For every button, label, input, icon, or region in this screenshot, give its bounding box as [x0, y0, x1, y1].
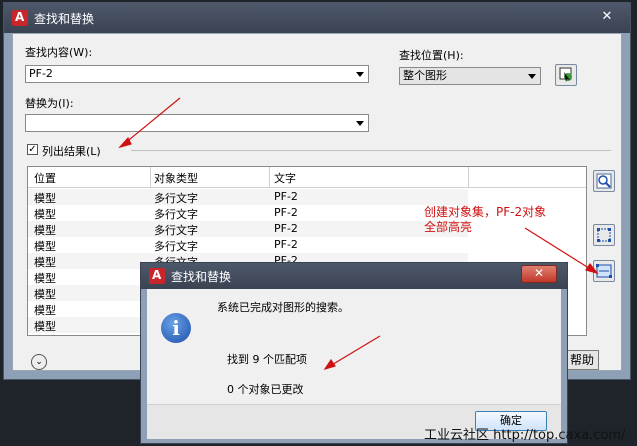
message-box-client: i 系统已完成对图形的搜索。 找到 9 个匹配项 0 个对象已更改 确定 [147, 289, 561, 439]
select-objects-button[interactable] [555, 64, 577, 86]
changed-count-text: 0 个对象已更改 [227, 383, 304, 396]
separator [131, 150, 611, 151]
cell-location: 模型 [34, 304, 56, 317]
find-value: PF-2 [29, 67, 53, 80]
zoom-to-highlighted-button[interactable] [593, 170, 615, 192]
autocad-logo-icon [149, 268, 165, 284]
selection-set-highlighted-icon [596, 264, 612, 278]
cell-location: 模型 [34, 192, 56, 205]
cell-text: PF-2 [274, 222, 298, 235]
cell-location: 模型 [34, 224, 56, 237]
table-row[interactable]: 模型 多行文字 PF-2 [28, 237, 468, 253]
cell-location: 模型 [34, 208, 56, 221]
message-box: 查找和替换 ✕ i 系统已完成对图形的搜索。 找到 9 个匹配项 0 个对象已更… [140, 262, 568, 444]
annotation-line-1: 创建对象集，PF-2对象 [424, 205, 547, 219]
table-row[interactable]: 模型 多行文字 PF-2 [28, 221, 468, 237]
cell-type: 多行文字 [154, 208, 198, 221]
location-select[interactable]: 整个图形 [399, 67, 541, 85]
dialog-title: 查找和替换 [34, 12, 95, 26]
replace-input[interactable] [25, 114, 369, 132]
found-count-text: 找到 9 个匹配项 [227, 353, 307, 366]
cell-location: 模型 [34, 272, 56, 285]
cell-type: 多行文字 [154, 192, 198, 205]
cell-location: 模型 [34, 256, 56, 269]
message-box-title: 查找和替换 [171, 270, 232, 284]
table-row[interactable]: 模型 多行文字 PF-2 [28, 189, 468, 205]
create-selection-set-highlighted-button[interactable] [593, 260, 615, 282]
cell-type: 多行文字 [154, 240, 198, 253]
watermark-text: 工业云社区 http://top.caxa.com/ [424, 428, 626, 443]
column-header-location[interactable]: 位置 [34, 170, 56, 186]
cell-location: 模型 [34, 240, 56, 253]
column-header-text[interactable]: 文字 [274, 170, 296, 186]
find-label: 查找内容(W): [25, 46, 93, 59]
expand-options-button[interactable]: ⌄ [31, 354, 47, 370]
column-divider [468, 167, 469, 187]
dropdown-arrow-icon[interactable] [356, 121, 364, 126]
location-value: 整个图形 [403, 69, 447, 82]
location-label: 查找位置(H): [399, 49, 464, 62]
replace-label: 替换为(I): [25, 97, 74, 110]
message-box-close-button[interactable]: ✕ [521, 265, 557, 283]
cell-location: 模型 [34, 288, 56, 301]
zoom-magnifier-icon [596, 173, 612, 189]
select-objects-icon [559, 67, 572, 82]
create-selection-set-all-button[interactable] [593, 224, 615, 246]
list-results-checkbox[interactable]: ✓ [27, 144, 38, 155]
cell-text: PF-2 [274, 238, 298, 251]
dropdown-arrow-icon[interactable] [528, 74, 536, 79]
annotation-note: 创建对象集，PF-2对象 全部高亮 [424, 205, 546, 235]
message-box-titlebar[interactable]: 查找和替换 ✕ [141, 263, 567, 289]
column-header-type[interactable]: 对象类型 [154, 170, 198, 186]
list-results-label: 列出结果(L) [42, 145, 101, 158]
autocad-logo-icon [12, 10, 28, 26]
close-button[interactable]: ✕ [598, 9, 616, 25]
dropdown-arrow-icon[interactable] [356, 72, 364, 77]
cell-type: 多行文字 [154, 224, 198, 237]
selection-set-icon [597, 228, 611, 242]
find-input[interactable]: PF-2 [25, 65, 369, 83]
cell-location: 模型 [34, 320, 56, 333]
column-divider [150, 167, 151, 187]
cell-text: PF-2 [274, 206, 298, 219]
column-divider [269, 167, 270, 187]
message-text: 系统已完成对图形的搜索。 [217, 301, 349, 314]
table-row[interactable]: 模型 多行文字 PF-2 [28, 205, 468, 221]
dialog-titlebar[interactable]: 查找和替换 ✕ [4, 3, 630, 33]
annotation-line-2: 全部高亮 [424, 220, 473, 234]
cell-text: PF-2 [274, 190, 298, 203]
table-header: 位置 对象类型 文字 [28, 167, 586, 188]
info-icon: i [161, 313, 191, 343]
